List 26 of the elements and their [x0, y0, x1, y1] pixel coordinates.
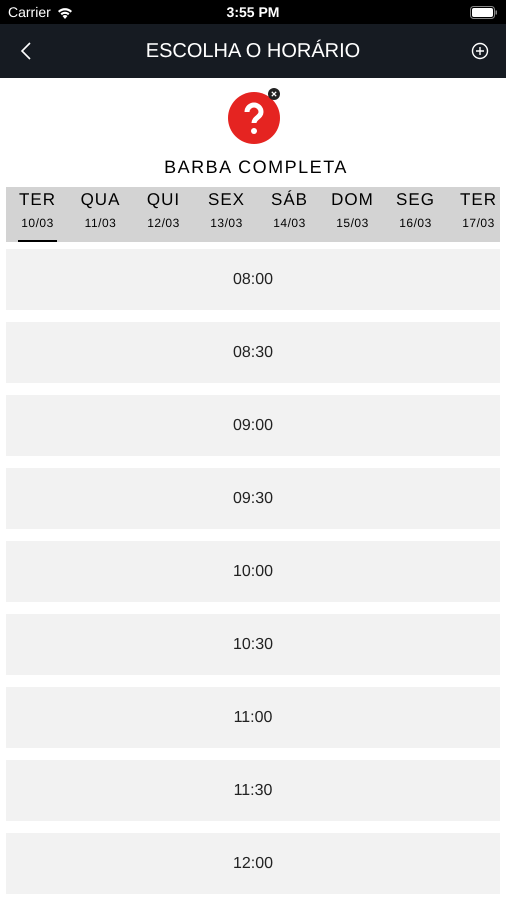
day-tab[interactable]: SÁB 14/03 — [258, 187, 321, 242]
close-icon[interactable] — [268, 88, 280, 100]
carrier-label: Carrier — [8, 2, 51, 22]
time-slot[interactable]: 09:30 — [6, 468, 500, 529]
help-icon — [228, 92, 280, 144]
day-tab[interactable]: TER 17/03 — [447, 187, 500, 242]
time-slot[interactable]: 09:00 — [6, 395, 500, 456]
wifi-icon — [56, 6, 74, 18]
status-time: 3:55 PM — [226, 2, 280, 22]
day-tab[interactable]: TER 10/03 — [6, 187, 69, 242]
time-slot[interactable]: 10:30 — [6, 614, 500, 675]
page-title: ESCOLHA O HORÁRIO — [146, 38, 360, 64]
time-slot[interactable]: 08:30 — [6, 322, 500, 383]
day-tab[interactable]: QUA 11/03 — [69, 187, 132, 242]
service-name: BARBA COMPLETA — [164, 156, 348, 179]
day-tab[interactable]: DOM 15/03 — [321, 187, 384, 242]
time-slot[interactable]: 11:30 — [6, 760, 500, 821]
time-slot[interactable]: 08:00 — [6, 249, 500, 310]
time-slot[interactable]: 12:00 — [6, 833, 500, 894]
time-slot[interactable]: 10:00 — [6, 541, 500, 602]
add-button[interactable] — [470, 41, 490, 61]
time-slot[interactable]: 11:00 — [6, 687, 500, 748]
day-tab[interactable]: QUI 12/03 — [132, 187, 195, 242]
battery-icon — [470, 6, 498, 18]
day-tab[interactable]: SEX 13/03 — [195, 187, 258, 242]
day-tab[interactable]: SEG 16/03 — [384, 187, 447, 242]
